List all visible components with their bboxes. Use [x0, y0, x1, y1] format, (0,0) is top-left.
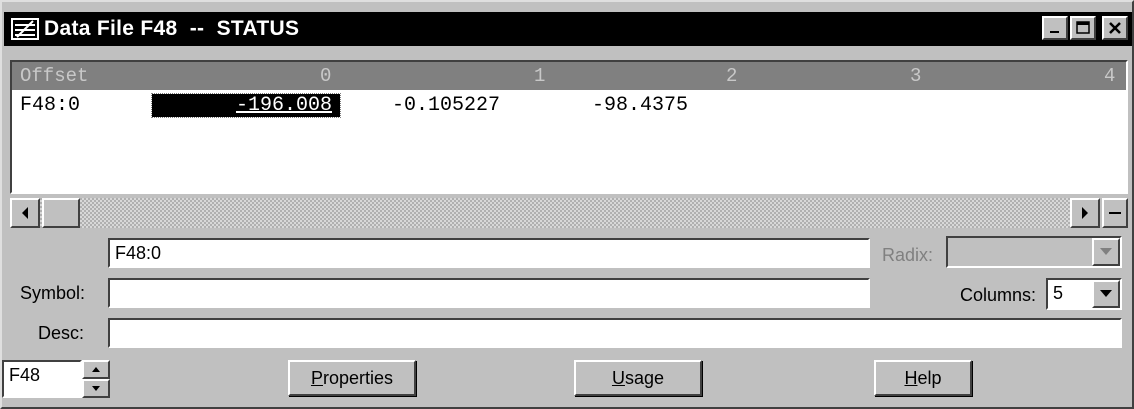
data-file-window: Data File F48 -- STATUS Offset 0 1 2 3 4… [0, 0, 1134, 409]
column-header-4: 4 [1104, 65, 1116, 87]
radix-dropdown-button [1092, 238, 1120, 266]
help-mnemonic: H [904, 367, 918, 388]
close-button[interactable] [1102, 16, 1128, 40]
data-cell-2[interactable]: -98.4375 [592, 94, 688, 117]
data-file-icon [10, 16, 40, 42]
split-pane-button[interactable] [1102, 198, 1128, 228]
help-button[interactable]: Help [874, 360, 972, 396]
scroll-right-button[interactable] [1070, 198, 1100, 228]
grid-header: Offset 0 1 2 3 4 [12, 62, 1126, 90]
file-number-field[interactable]: F48 [2, 360, 82, 398]
desc-field[interactable] [108, 318, 1122, 348]
close-icon [1109, 22, 1121, 34]
arrow-up-icon [92, 367, 100, 372]
table-row: F48:0 -196.008 -0.105227 -98.4375 [12, 92, 1126, 120]
help-label: elp [917, 367, 942, 388]
chevron-down-icon [1100, 248, 1112, 255]
usage-label: sage [624, 367, 665, 388]
symbol-field[interactable] [108, 278, 870, 308]
scroll-thumb[interactable] [42, 198, 80, 228]
desc-label: Desc: [38, 323, 85, 343]
title-bar[interactable]: Data File F48 -- STATUS [4, 12, 1132, 46]
radix-select [946, 236, 1122, 268]
minimize-button[interactable] [1042, 16, 1068, 40]
maximize-icon [1076, 21, 1090, 34]
arrow-down-icon [92, 386, 100, 391]
data-grid[interactable]: Offset 0 1 2 3 4 F48:0 -196.008 -0.10522… [10, 60, 1128, 194]
data-cell-1[interactable]: -0.105227 [392, 94, 500, 117]
properties-mnemonic: P [310, 367, 323, 388]
arrow-right-icon [1082, 207, 1088, 219]
column-header-3: 3 [910, 65, 922, 87]
columns-value: 5 [1053, 283, 1064, 303]
window-controls [1042, 16, 1128, 40]
column-header-0: 0 [320, 65, 332, 87]
symbol-label: Symbol: [20, 283, 86, 303]
scroll-left-button[interactable] [10, 198, 40, 228]
properties-button[interactable]: Properties [288, 360, 416, 396]
usage-mnemonic: U [611, 367, 625, 388]
horizontal-scrollbar[interactable] [10, 198, 1100, 228]
columns-select[interactable]: 5 [1046, 278, 1122, 310]
column-header-2: 2 [726, 65, 738, 87]
row-offset-cell[interactable]: F48:0 [20, 94, 80, 117]
maximize-button[interactable] [1070, 16, 1096, 40]
minimize-icon [1050, 31, 1059, 33]
arrow-left-icon [22, 207, 28, 219]
data-cell-0[interactable]: -196.008 [151, 93, 341, 118]
minus-icon [1109, 212, 1121, 214]
file-number-spinner [82, 360, 110, 398]
column-header-offset: Offset [20, 65, 89, 87]
radix-label: Radix: [882, 245, 934, 265]
chevron-down-icon [1100, 290, 1112, 297]
column-header-1: 1 [534, 65, 546, 87]
usage-button[interactable]: Usage [574, 360, 702, 396]
window-title: Data File F48 -- STATUS [44, 17, 300, 40]
address-field[interactable]: F48:0 [108, 238, 870, 268]
spin-down-button[interactable] [82, 379, 110, 398]
columns-label: Columns: [960, 285, 1037, 305]
properties-label: roperties [322, 367, 394, 388]
spin-up-button[interactable] [82, 360, 110, 379]
columns-dropdown-button[interactable] [1092, 280, 1120, 308]
